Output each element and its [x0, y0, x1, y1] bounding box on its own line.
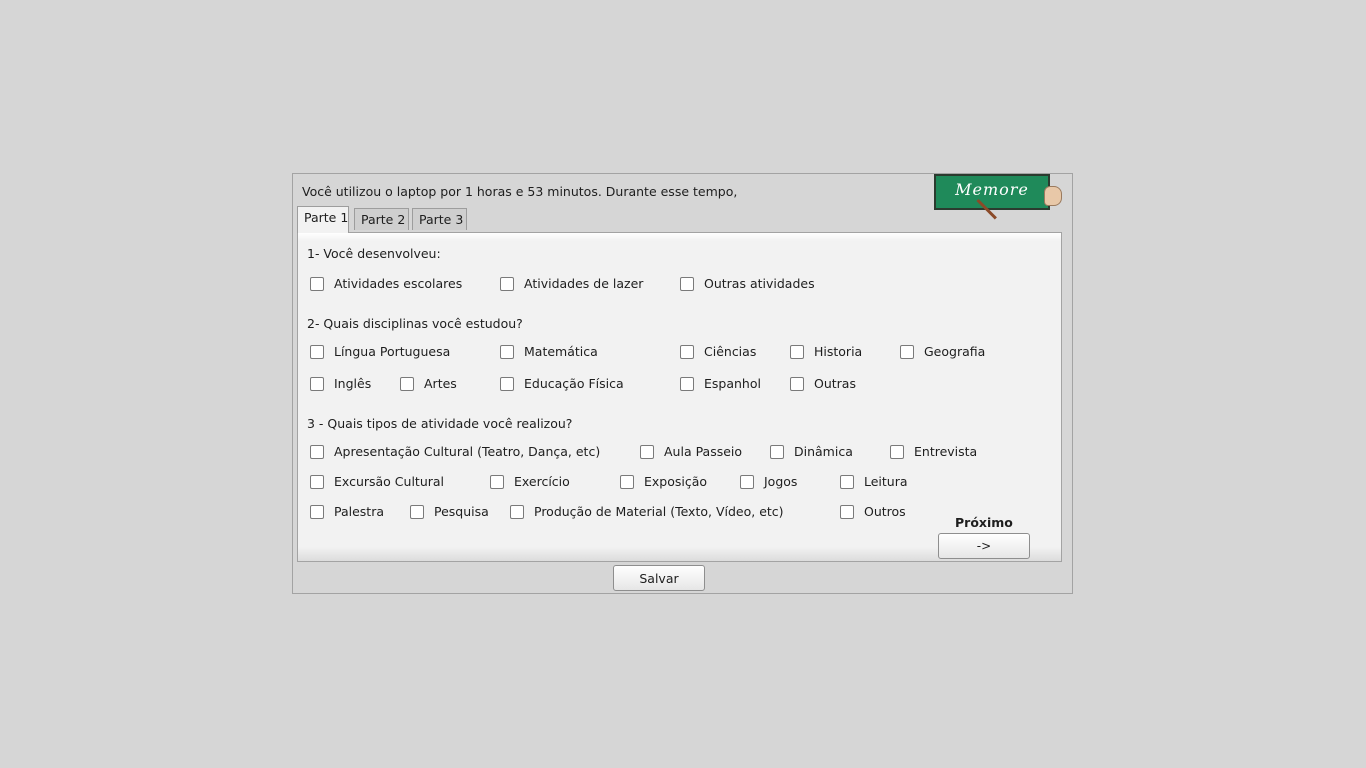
tab-panel: 1- Você desenvolveu: Atividades escolare… [297, 232, 1062, 562]
checkbox-label: Historia [814, 344, 863, 359]
checkbox-lingua-portuguesa[interactable]: Língua Portuguesa [310, 344, 450, 359]
panel-gradient-top [298, 233, 1061, 241]
checkbox-label: Atividades de lazer [524, 276, 644, 291]
checkbox-outras[interactable]: Outras [790, 376, 856, 391]
checkbox-artes[interactable]: Artes [400, 376, 457, 391]
checkbox-box[interactable] [310, 474, 324, 489]
checkbox-apresentacao-cultural[interactable]: Apresentação Cultural (Teatro, Dança, et… [310, 444, 600, 459]
checkbox-box[interactable] [790, 344, 804, 359]
tab-parte-2[interactable]: Parte 2 [354, 208, 409, 230]
checkbox-label: Atividades escolares [334, 276, 463, 291]
checkbox-label: Outras atividades [704, 276, 815, 291]
checkbox-box[interactable] [680, 376, 694, 391]
checkbox-box[interactable] [740, 474, 754, 489]
checkbox-box[interactable] [510, 504, 524, 519]
checkbox-excursao-cultural[interactable]: Excursão Cultural [310, 474, 444, 489]
checkbox-ingles[interactable]: Inglês [310, 376, 371, 391]
logo-text: Memore [955, 180, 1029, 199]
checkbox-label: Exercício [514, 474, 570, 489]
checkbox-label: Matemática [524, 344, 598, 359]
checkbox-label: Palestra [334, 504, 385, 519]
checkbox-label: Geografia [924, 344, 986, 359]
checkbox-label: Aula Passeio [664, 444, 743, 459]
checkbox-ciencias[interactable]: Ciências [680, 344, 756, 359]
tab-parte-1[interactable]: Parte 1 [297, 206, 349, 233]
checkbox-box[interactable] [310, 376, 324, 391]
checkbox-box[interactable] [310, 344, 324, 359]
checkbox-box[interactable] [640, 444, 654, 459]
checkbox-box[interactable] [890, 444, 904, 459]
checkbox-outras-atividades[interactable]: Outras atividades [680, 276, 815, 291]
checkbox-box[interactable] [310, 444, 324, 459]
checkbox-box[interactable] [400, 376, 414, 391]
question-3-title: 3 - Quais tipos de atividade você realiz… [307, 416, 573, 431]
checkbox-exposicao[interactable]: Exposição [620, 474, 707, 489]
checkbox-label: Entrevista [914, 444, 978, 459]
checkbox-box[interactable] [500, 376, 514, 391]
checkbox-pesquisa[interactable]: Pesquisa [410, 504, 489, 519]
checkbox-label: Outras [814, 376, 856, 391]
memore-logo-icon: Memore [934, 174, 1062, 220]
checkbox-label: Inglês [334, 376, 372, 391]
checkbox-entrevista[interactable]: Entrevista [890, 444, 977, 459]
checkbox-box[interactable] [790, 376, 804, 391]
checkbox-label: Dinâmica [794, 444, 853, 459]
checkbox-box[interactable] [900, 344, 914, 359]
checkbox-box[interactable] [310, 504, 324, 519]
checkbox-label: Outros [864, 504, 906, 519]
checkbox-historia[interactable]: Historia [790, 344, 862, 359]
checkbox-label: Jogos [764, 474, 798, 489]
checkbox-label: Espanhol [704, 376, 761, 391]
checkbox-box[interactable] [770, 444, 784, 459]
checkbox-box[interactable] [500, 344, 514, 359]
checkbox-box[interactable] [310, 276, 324, 291]
question-2-title: 2- Quais disciplinas você estudou? [307, 316, 523, 331]
next-button[interactable]: -> [938, 533, 1030, 559]
checkbox-leitura[interactable]: Leitura [840, 474, 908, 489]
checkbox-label: Exposição [644, 474, 708, 489]
save-button[interactable]: Salvar [613, 565, 705, 591]
checkbox-label: Artes [424, 376, 457, 391]
survey-dialog: Você utilizou o laptop por 1 horas e 53 … [292, 173, 1073, 594]
tab-parte-3[interactable]: Parte 3 [412, 208, 467, 230]
checkbox-label: Língua Portuguesa [334, 344, 451, 359]
checkbox-label: Ciências [704, 344, 757, 359]
checkbox-label: Produção de Material (Texto, Vídeo, etc) [534, 504, 784, 519]
intro-text: Você utilizou o laptop por 1 horas e 53 … [302, 184, 738, 199]
checkbox-outros[interactable]: Outros [840, 504, 906, 519]
checkbox-label: Pesquisa [434, 504, 489, 519]
checkbox-label: Apresentação Cultural (Teatro, Dança, et… [334, 444, 601, 459]
checkbox-label: Leitura [864, 474, 908, 489]
checkbox-aula-passeio[interactable]: Aula Passeio [640, 444, 742, 459]
question-1-title: 1- Você desenvolveu: [307, 246, 441, 261]
checkbox-producao-material[interactable]: Produção de Material (Texto, Vídeo, etc) [510, 504, 784, 519]
checkbox-box[interactable] [620, 474, 634, 489]
checkbox-jogos[interactable]: Jogos [740, 474, 797, 489]
checkbox-box[interactable] [500, 276, 514, 291]
checkbox-atividades-lazer[interactable]: Atividades de lazer [500, 276, 643, 291]
checkbox-box[interactable] [490, 474, 504, 489]
checkbox-label: Excursão Cultural [334, 474, 445, 489]
checkbox-box[interactable] [680, 276, 694, 291]
checkbox-box[interactable] [840, 504, 854, 519]
checkbox-matematica[interactable]: Matemática [500, 344, 598, 359]
checkbox-label: Educação Física [524, 376, 624, 391]
checkbox-atividades-escolares[interactable]: Atividades escolares [310, 276, 462, 291]
checkbox-exercicio[interactable]: Exercício [490, 474, 570, 489]
next-label: Próximo [955, 515, 1013, 530]
checkbox-box[interactable] [410, 504, 424, 519]
checkbox-geografia[interactable]: Geografia [900, 344, 985, 359]
logo-pointer [976, 198, 997, 220]
checkbox-box[interactable] [680, 344, 694, 359]
checkbox-espanhol[interactable]: Espanhol [680, 376, 761, 391]
checkbox-educacao-fisica[interactable]: Educação Física [500, 376, 624, 391]
logo-hand [1044, 186, 1062, 206]
checkbox-palestra[interactable]: Palestra [310, 504, 384, 519]
checkbox-dinamica[interactable]: Dinâmica [770, 444, 853, 459]
checkbox-box[interactable] [840, 474, 854, 489]
